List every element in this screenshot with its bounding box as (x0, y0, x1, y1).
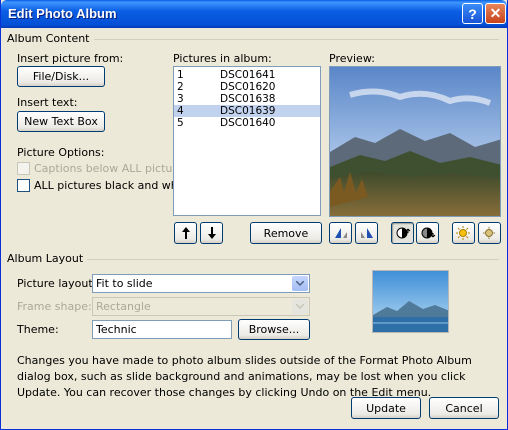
list-item[interactable]: 5 DSC01640 (174, 117, 320, 129)
new-text-box-button-label: New Text Box (24, 115, 98, 128)
frame-shape-dropdown[interactable]: Rectangle (92, 297, 310, 316)
preview-image (329, 66, 501, 217)
rotate-left-button[interactable] (329, 222, 352, 244)
pictures-listbox[interactable]: 1 DSC01641 2 DSC01620 3 DSC01638 4 DSC01… (173, 66, 321, 216)
list-item-number: 1 (177, 69, 184, 81)
arrow-down-icon (207, 227, 216, 239)
list-item-name: DSC01638 (220, 93, 276, 105)
new-text-box-button[interactable]: New Text Box (17, 111, 105, 132)
cancel-button[interactable]: Cancel (429, 397, 499, 419)
album-content-group-title: Album Content (7, 32, 94, 45)
list-item-selected[interactable]: 4 DSC01639 (174, 105, 320, 117)
theme-field[interactable]: Technic (92, 320, 232, 339)
list-item[interactable]: 2 DSC01620 (174, 81, 320, 93)
more-contrast-button[interactable] (391, 222, 414, 244)
list-item[interactable]: 1 DSC01641 (174, 69, 320, 81)
captions-checkbox-label: Captions below ALL pictures (34, 162, 190, 175)
more-brightness-icon (455, 226, 470, 240)
close-button[interactable]: ✕ (485, 3, 506, 24)
move-down-button[interactable] (200, 222, 223, 244)
picture-layout-dropdown[interactable]: Fit to slide (92, 274, 310, 293)
update-button-label: Update (366, 401, 406, 415)
file-disk-button[interactable]: File/Disk... (17, 66, 105, 87)
browse-button-label: Browse... (248, 323, 300, 336)
edit-photo-album-dialog: Edit Photo Album ? ✕ Album Content Inser… (0, 0, 508, 430)
album-layout-group-title: Album Layout (7, 252, 88, 265)
black-and-white-checkbox[interactable] (17, 179, 30, 192)
insert-picture-label: Insert picture from: (17, 52, 124, 65)
theme-label: Theme: (17, 323, 59, 336)
list-item-name: DSC01639 (220, 105, 276, 117)
picture-options-label: Picture Options: (17, 146, 105, 159)
rotate-left-icon (334, 228, 347, 238)
insert-text-label: Insert text: (17, 96, 78, 109)
picture-layout-label: Picture layout: (17, 277, 97, 290)
rotate-right-button[interactable] (355, 222, 378, 244)
help-button[interactable]: ? (462, 3, 483, 24)
picture-layout-value: Fit to slide (96, 277, 153, 290)
list-item-name: DSC01620 (220, 81, 276, 93)
remove-button[interactable]: Remove (250, 222, 322, 244)
file-disk-button-label: File/Disk... (32, 70, 90, 83)
more-contrast-icon (396, 227, 410, 239)
less-contrast-button[interactable] (416, 222, 439, 244)
chevron-down-icon (292, 299, 308, 314)
more-brightness-button[interactable] (452, 222, 475, 244)
list-item-number: 3 (177, 93, 184, 105)
list-item-name: DSC01640 (220, 117, 276, 129)
frame-shape-label: Frame shape: (17, 300, 92, 313)
less-brightness-button[interactable] (478, 222, 501, 244)
pictures-in-album-label: Pictures in album: (173, 52, 272, 65)
arrow-up-icon (181, 227, 190, 239)
mountain-landscape-photo (330, 67, 500, 216)
list-item[interactable]: 3 DSC01638 (174, 93, 320, 105)
preview-label: Preview: (329, 52, 375, 65)
chevron-down-icon (292, 276, 308, 291)
update-button[interactable]: Update (351, 397, 421, 419)
layout-preview-thumbnail (372, 270, 449, 333)
browse-button[interactable]: Browse... (238, 319, 310, 340)
close-icon: ✕ (489, 5, 502, 21)
cancel-button-label: Cancel (445, 401, 483, 415)
title-bar[interactable]: Edit Photo Album ? ✕ (1, 0, 507, 28)
help-icon: ? (468, 5, 477, 22)
remove-button-label: Remove (263, 226, 309, 240)
frame-shape-value: Rectangle (96, 300, 151, 313)
list-item-number: 5 (177, 117, 184, 129)
list-item-number: 4 (177, 105, 184, 117)
less-brightness-icon (482, 227, 495, 239)
dialog-title: Edit Photo Album (8, 6, 117, 21)
captions-checkbox[interactable] (17, 162, 30, 175)
list-item-name: DSC01641 (220, 69, 276, 81)
warning-note: Changes you have made to photo album sli… (17, 354, 472, 399)
black-and-white-checkbox-label: ALL pictures black and white (34, 179, 192, 192)
less-contrast-icon (421, 227, 435, 239)
list-item-number: 2 (177, 81, 184, 93)
move-up-button[interactable] (174, 222, 197, 244)
layout-preview-image (373, 271, 448, 332)
rotate-right-icon (360, 228, 373, 238)
theme-value: Technic (96, 323, 137, 336)
